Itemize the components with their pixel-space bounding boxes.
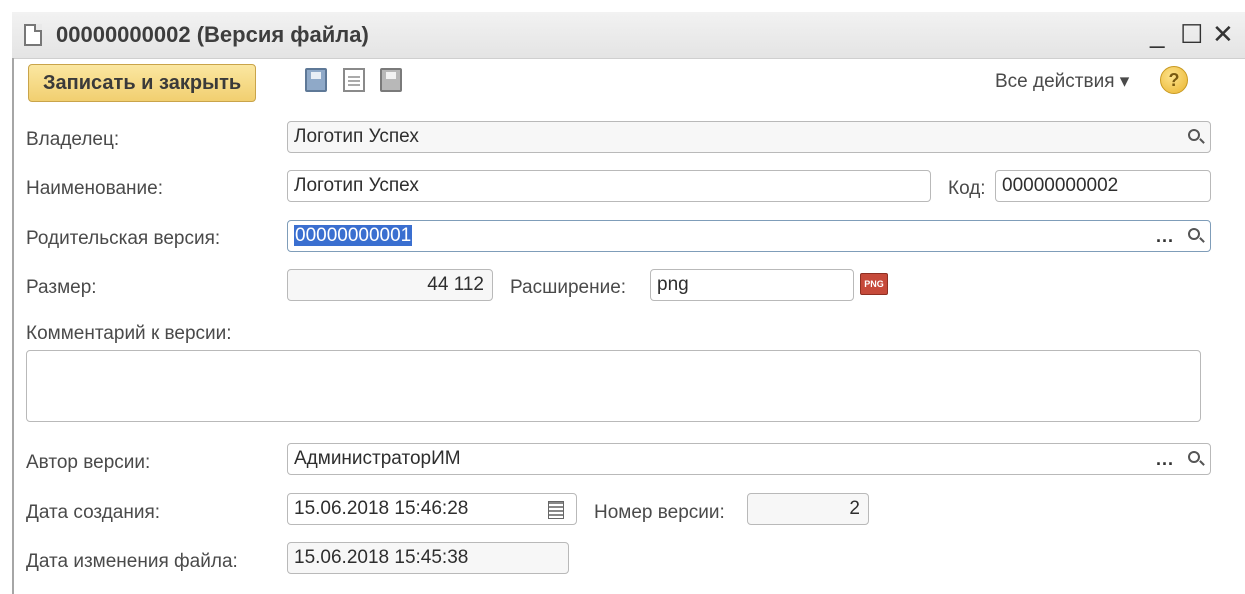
created-label: Дата создания:	[26, 502, 161, 523]
parent-version-search-button[interactable]	[1182, 223, 1206, 249]
document-icon	[24, 24, 42, 46]
parent-version-label: Родительская версия:	[26, 228, 221, 249]
save-icon[interactable]	[305, 68, 327, 92]
search-icon	[1188, 129, 1200, 141]
owner-search-button[interactable]	[1182, 124, 1206, 150]
document-icon[interactable]	[343, 68, 365, 92]
comment-textarea[interactable]	[26, 350, 1201, 422]
window-title: 00000000002 (Версия файла)	[56, 22, 369, 47]
created-input[interactable]: 15.06.2018 15:46:28	[287, 493, 577, 525]
name-label: Наименование:	[26, 178, 163, 199]
size-label: Размер:	[26, 277, 97, 298]
search-icon	[1188, 228, 1200, 240]
name-input[interactable]: Логотип Успех	[287, 170, 931, 202]
author-search-button[interactable]	[1182, 446, 1206, 472]
owner-field[interactable]: Логотип Успех	[287, 121, 1211, 153]
maximize-button[interactable]: ☐	[1180, 18, 1203, 50]
size-field: 44 112	[287, 269, 493, 301]
author-value: АдминистраторИМ	[294, 448, 461, 469]
help-icon[interactable]: ?	[1160, 66, 1188, 94]
created-value: 15.06.2018 15:46:28	[294, 498, 469, 519]
calendar-icon[interactable]	[548, 501, 564, 519]
extension-input[interactable]: png	[650, 269, 854, 301]
modified-field: 15.06.2018 15:45:38	[287, 542, 569, 574]
extension-label: Расширение:	[510, 277, 627, 298]
minimize-button[interactable]: _	[1150, 18, 1164, 50]
author-input[interactable]: АдминистраторИМ ...	[287, 443, 1211, 475]
parent-version-input[interactable]: 00000000001 ...	[287, 220, 1211, 252]
choice-button[interactable]: ...	[1156, 444, 1174, 474]
search-icon	[1188, 451, 1200, 463]
code-label: Код:	[948, 178, 986, 199]
window-frame	[12, 58, 14, 594]
parent-version-value: 00000000001	[294, 225, 413, 246]
choice-button[interactable]: ...	[1156, 221, 1174, 251]
version-number-label: Номер версии:	[594, 502, 725, 523]
modified-label: Дата изменения файла:	[26, 551, 238, 572]
author-label: Автор версии:	[26, 452, 151, 473]
all-actions-menu[interactable]: Все действия ▾	[995, 70, 1129, 93]
owner-label: Владелец:	[26, 129, 120, 150]
png-file-icon: PNG	[860, 273, 888, 295]
code-input[interactable]: 00000000002	[995, 170, 1211, 202]
title-bar[interactable]: 00000000002 (Версия файла) _ ☐ ✕	[12, 12, 1245, 59]
close-button[interactable]: ✕	[1212, 18, 1234, 50]
save-and-close-button[interactable]: Записать и закрыть	[28, 64, 257, 102]
comment-label: Комментарий к версии:	[26, 323, 232, 344]
save-close-icon[interactable]	[380, 68, 402, 92]
owner-value: Логотип Успех	[294, 126, 419, 147]
version-number-field: 2	[747, 493, 869, 525]
